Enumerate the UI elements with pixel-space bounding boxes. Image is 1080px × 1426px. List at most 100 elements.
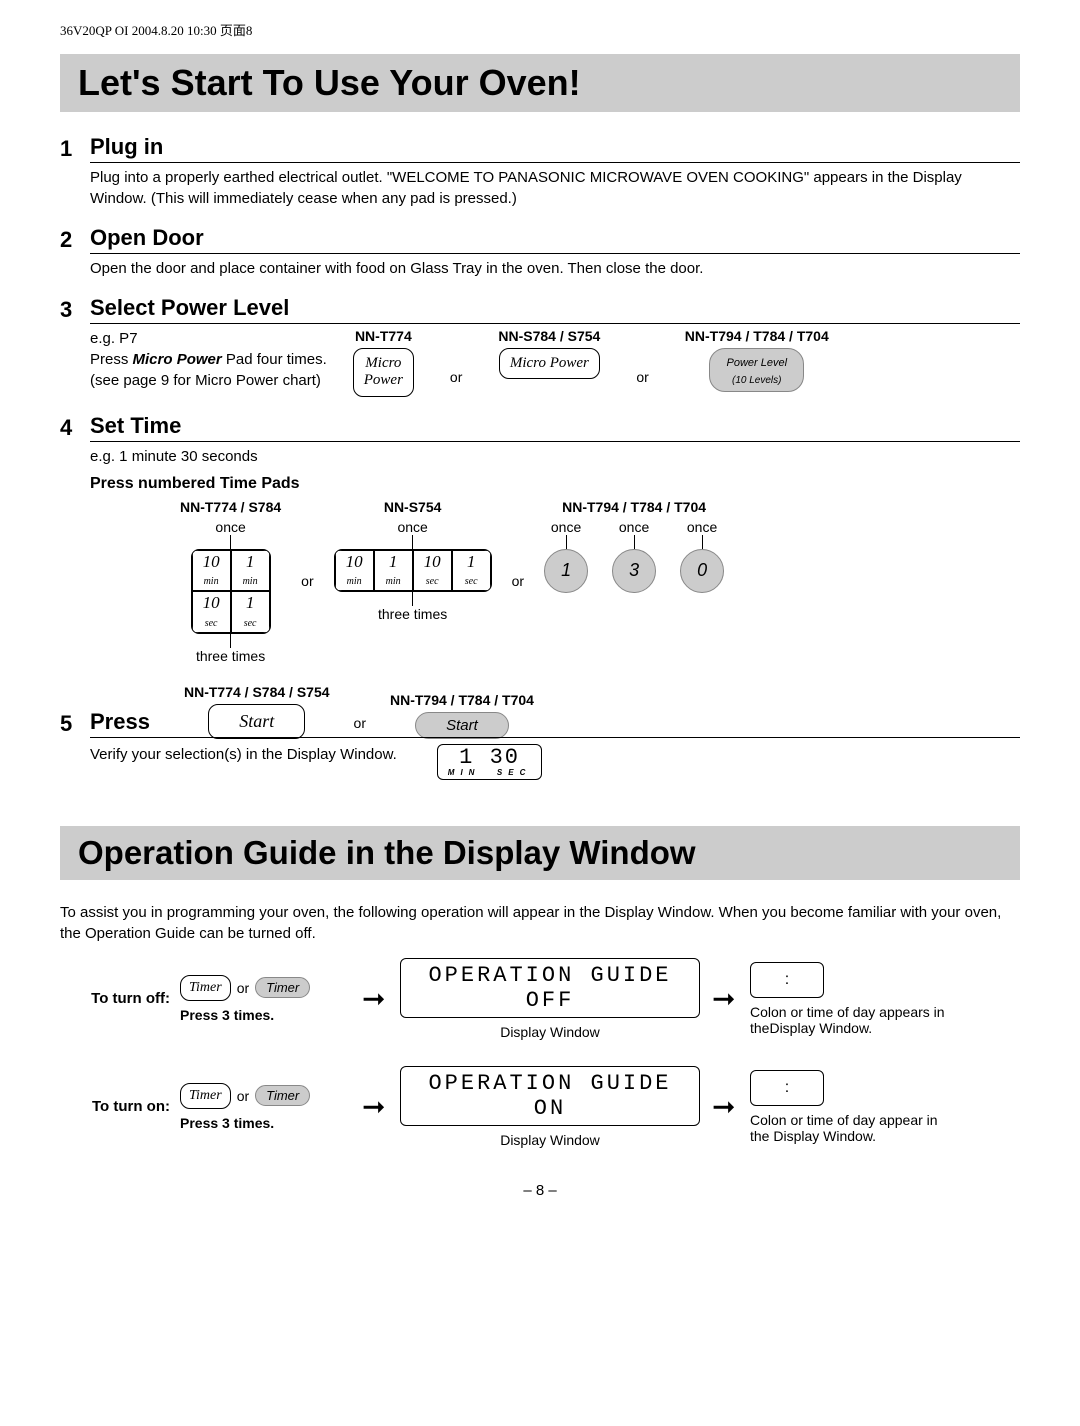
pad-value: 10	[424, 552, 441, 571]
pad-unit: sec	[244, 618, 257, 629]
step4-eg: e.g. 1 minute 30 seconds	[90, 446, 1020, 467]
display-caption: Display Window	[400, 1024, 700, 1040]
lcd-digits: 1 30	[448, 747, 532, 769]
step-number: 4	[60, 415, 90, 441]
timer-button-oval[interactable]: Timer	[255, 1085, 310, 1106]
btn-line2: Power	[364, 372, 403, 388]
step-1: 1 Plug in Plug into a properly earthed e…	[60, 134, 1020, 209]
pad-value: 10	[203, 552, 220, 571]
or-text: or	[636, 369, 648, 385]
g2-label: NN-S754	[334, 499, 492, 515]
step-number: 5	[60, 711, 90, 737]
btn-line1: Power Level	[726, 357, 787, 369]
s5-m1-label: NN-T774 / S784 / S754	[184, 684, 330, 700]
g1-once: once	[180, 519, 281, 535]
time-pad-grid[interactable]: 10min 1min 10sec 1sec	[191, 549, 271, 634]
guide-off-label: To turn off:	[60, 990, 180, 1007]
pad-unit: min	[204, 576, 219, 587]
pad-value: 1	[467, 552, 476, 571]
btn-line1: Micro	[365, 355, 401, 371]
pad-value: 1	[389, 552, 398, 571]
lcd-min: MIN	[448, 768, 481, 777]
step-title: Select Power Level	[90, 295, 1020, 324]
model-label-2: NN-S784 / S754	[498, 328, 600, 344]
display-off: OPERATION GUIDE OFF	[400, 958, 700, 1018]
step-title: Plug in	[90, 134, 1020, 163]
model-label-3: NN-T794 / T784 / T704	[685, 328, 829, 344]
lcd-sec: SEC	[497, 768, 531, 777]
step-number: 3	[60, 297, 90, 323]
step3-press-b: Micro Power	[133, 351, 222, 368]
press-3-times: Press 3 times.	[180, 1115, 350, 1131]
step-text: Open the door and place container with f…	[90, 258, 1020, 279]
step3-press-a: Press	[90, 351, 133, 368]
power-level-button-oval[interactable]: Power Level (10 Levels)	[709, 348, 804, 392]
time-pad-row[interactable]: 10 min 1 min 10 sec 1 sec	[334, 549, 492, 593]
g3-once: once	[544, 519, 588, 535]
display-caption: Display Window	[400, 1132, 700, 1148]
page: 36V20QP OI 2004.8.20 10:30 页面8 Let's Sta…	[0, 0, 1080, 1259]
lcd-display: 1 30 MIN SEC	[437, 744, 543, 780]
arrow-icon: ➞	[712, 1090, 738, 1123]
btn-line2: (10 Levels)	[732, 375, 781, 386]
or-text: or	[512, 573, 524, 589]
step-number: 2	[60, 227, 90, 253]
pad-unit: min	[243, 576, 258, 587]
step-title: Set Time	[90, 413, 1020, 442]
step-4: 4 Set Time e.g. 1 minute 30 seconds Pres…	[60, 413, 1020, 739]
or-text: or	[301, 573, 313, 589]
pad-unit: sec	[205, 618, 218, 629]
arrow-icon: ➞	[712, 982, 738, 1015]
banner-operation-guide: Operation Guide in the Display Window	[60, 826, 1020, 880]
print-header: 36V20QP OI 2004.8.20 10:30 页面8	[60, 20, 1020, 39]
display-on: OPERATION GUIDE ON	[400, 1066, 700, 1126]
g1-three: three times	[180, 648, 281, 664]
g3-once: once	[612, 519, 656, 535]
step-3: 3 Select Power Level e.g. P7 Press Micro…	[60, 295, 1020, 397]
step3-press-c: Pad four times.	[222, 351, 327, 368]
colon-display: :	[750, 1070, 824, 1106]
timer-button-oval[interactable]: Timer	[255, 977, 310, 998]
guide-off-row: To turn off: Timer or Timer Press 3 time…	[60, 958, 1020, 1040]
step-title: Press	[90, 709, 150, 735]
step-text: Plug into a properly earthed electrical …	[90, 167, 1020, 209]
pad-value: 10	[203, 593, 220, 612]
g2-three: three times	[334, 606, 492, 622]
digit-button-3[interactable]: 3	[612, 549, 656, 593]
step3-see: (see page 9 for Micro Power chart)	[90, 372, 321, 389]
pad-unit: min	[386, 576, 401, 587]
step-2: 2 Open Door Open the door and place cont…	[60, 225, 1020, 279]
g3-label: NN-T794 / T784 / T704	[544, 499, 724, 515]
pad-value: 10	[346, 552, 363, 571]
result-text: Colon or time of day appear in the Displ…	[750, 1112, 950, 1144]
micro-power-button-wide[interactable]: Micro Power	[499, 348, 600, 379]
or-text: or	[450, 369, 462, 385]
guide-intro: To assist you in programming your oven, …	[60, 902, 1020, 944]
pad-value: 1	[246, 552, 255, 571]
g3-once: once	[680, 519, 724, 535]
or-text: or	[237, 980, 249, 996]
digit-button-0[interactable]: 0	[680, 549, 724, 593]
timer-button[interactable]: Timer	[180, 975, 231, 1001]
step4-sub: Press numbered Time Pads	[90, 475, 1020, 493]
micro-power-button[interactable]: Micro Power	[353, 348, 414, 397]
step-number: 1	[60, 136, 90, 162]
colon-display: :	[750, 962, 824, 998]
timer-button[interactable]: Timer	[180, 1083, 231, 1109]
guide-on-label: To turn on:	[60, 1098, 180, 1115]
arrow-icon: ➞	[362, 1090, 388, 1123]
g2-once: once	[334, 519, 492, 535]
step-title: Open Door	[90, 225, 1020, 254]
model-label-1: NN-T774	[353, 328, 414, 344]
s5-m2-label: NN-T794 / T784 / T704	[390, 692, 534, 708]
pad-unit: min	[347, 576, 362, 587]
page-number: – 8 –	[60, 1182, 1020, 1199]
pad-unit: sec	[426, 576, 439, 587]
g1-label: NN-T774 / S784	[180, 499, 281, 515]
verify-text: Verify your selection(s) in the Display …	[90, 744, 397, 765]
digit-button-1[interactable]: 1	[544, 549, 588, 593]
pad-unit: sec	[465, 576, 478, 587]
guide-on-row: To turn on: Timer or Timer Press 3 times…	[60, 1066, 1020, 1148]
or-text: or	[237, 1088, 249, 1104]
press-3-times: Press 3 times.	[180, 1007, 350, 1023]
